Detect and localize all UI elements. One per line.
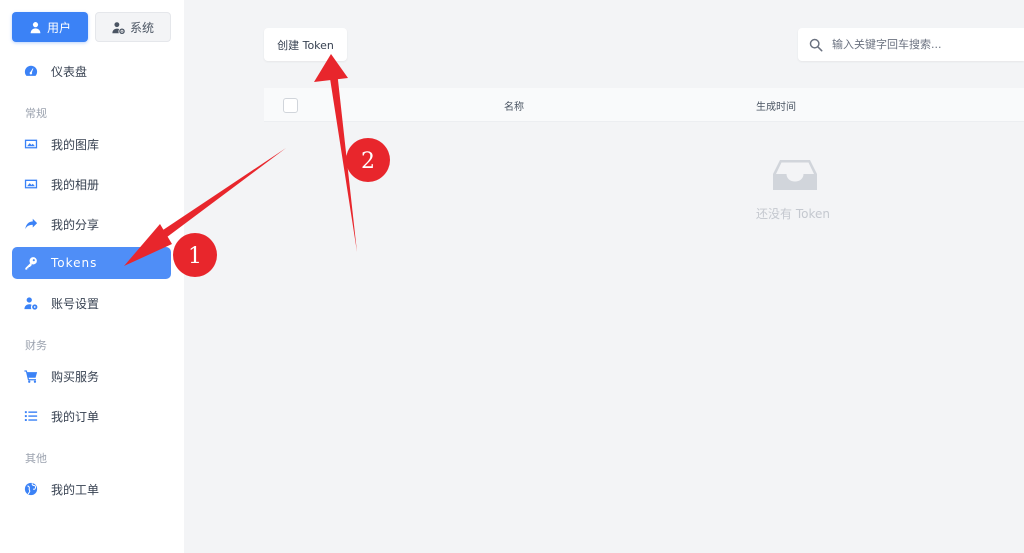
annotation-number-1: 1 (188, 244, 202, 269)
annotation-badge-2: 2 (346, 138, 390, 182)
annotation-overlay: 1 2 (124, 54, 390, 277)
annotation-number-2: 2 (361, 149, 375, 174)
annotation-badge-1: 1 (173, 233, 217, 277)
arrow-2-head-icon (314, 54, 348, 82)
